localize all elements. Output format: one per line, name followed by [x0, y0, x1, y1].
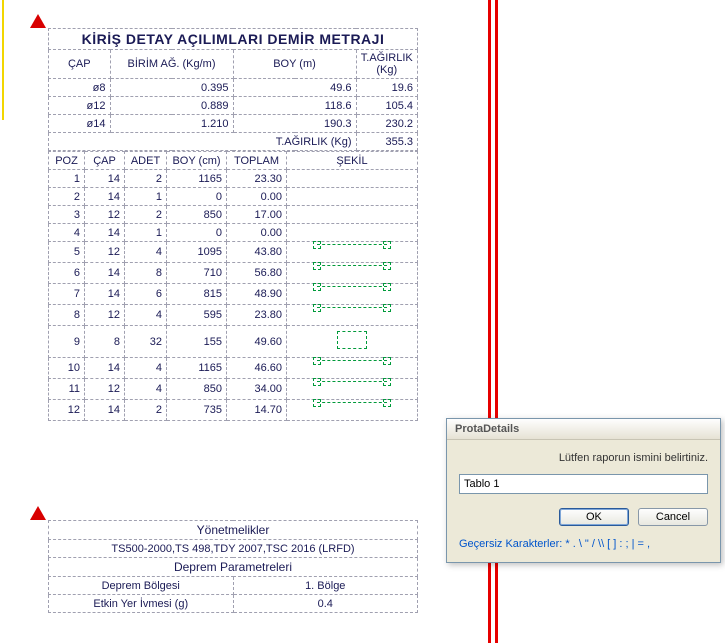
- dialog-title: ProtaDetails: [447, 419, 720, 440]
- hdr-adet: ADET: [125, 152, 167, 170]
- dialog-message: Lütfen raporun ismini belirtiniz.: [459, 452, 708, 464]
- hdr-poz: POZ: [49, 152, 85, 170]
- table-row: 214100.00: [49, 188, 418, 206]
- rebar-shape-icon: [317, 307, 387, 320]
- shape-cell: [287, 206, 418, 224]
- ok-button[interactable]: OK: [559, 508, 629, 526]
- rebar-shape-icon: [317, 265, 387, 278]
- table-row: 1112485034.00: [49, 379, 418, 400]
- cancel-button[interactable]: Cancel: [638, 508, 708, 526]
- shape-cell: [287, 170, 418, 188]
- table-positions: POZ ÇAP ADET BOY (cm) TOPLAM ŞEKİL 11421…: [48, 151, 418, 421]
- table-row-total: T.AĞIRLIK (Kg) 355.3: [49, 133, 418, 151]
- seismic-subhead: Deprem Parametreleri: [49, 558, 418, 577]
- report-title: KİRİŞ DETAY AÇILIMLARI DEMİR METRAJI: [49, 29, 418, 50]
- marker-triangle: [30, 506, 46, 520]
- table-row: ø12 0.889 118.6 105.4: [49, 97, 418, 115]
- hdr-birimag: BİRİM AĞ. (Kg/m): [110, 50, 233, 79]
- regulations-title: Yönetmelikler: [49, 521, 418, 540]
- table-row: 1214273514.70: [49, 400, 418, 421]
- hdr-boy-m: BOY (m): [233, 50, 356, 79]
- total-label: T.AĞIRLIK (Kg): [49, 133, 357, 151]
- table-row: 714681548.90: [49, 284, 418, 305]
- hdr-toplam: TOPLAM: [227, 152, 287, 170]
- hdr-cap: ÇAP: [49, 50, 111, 79]
- invalid-chars-note: Geçersiz Karakterler: * . \ " / \\ [ ] :…: [459, 538, 708, 550]
- marker-triangle: [30, 14, 46, 28]
- report-sheet-regulations: Yönetmelikler TS500-2000,TS 498,TDY 2007…: [48, 520, 418, 613]
- table-row: 312285017.00: [49, 206, 418, 224]
- table-regulations: Yönetmelikler TS500-2000,TS 498,TDY 2007…: [48, 520, 418, 613]
- hdr-tagirlik: T.AĞIRLIK (Kg): [356, 50, 418, 79]
- rebar-shape-icon: [317, 402, 387, 415]
- shape-cell: [287, 326, 418, 358]
- rebar-shape-icon: [317, 244, 387, 257]
- table-row: 983215549.60: [49, 326, 418, 358]
- ruler-edge: [2, 0, 4, 120]
- table-row: 5124109543.80: [49, 242, 418, 263]
- total-value: 355.3: [356, 133, 418, 151]
- shape-cell: [287, 379, 418, 400]
- table-row: 812459523.80: [49, 305, 418, 326]
- stirrup-shape-icon: [337, 331, 367, 349]
- rebar-shape-icon: [317, 381, 387, 394]
- codes-row: TS500-2000,TS 498,TDY 2007,TSC 2016 (LRF…: [49, 540, 418, 558]
- table-row: 614871056.80: [49, 263, 418, 284]
- shape-cell: [287, 305, 418, 326]
- hdr-boycm: BOY (cm): [167, 152, 227, 170]
- shape-cell: [287, 242, 418, 263]
- table-row: 10144116546.60: [49, 358, 418, 379]
- report-sheet-metraj: KİRİŞ DETAY AÇILIMLARI DEMİR METRAJI ÇAP…: [48, 28, 418, 421]
- shape-cell: [287, 358, 418, 379]
- table-row: ø14 1.210 190.3 230.2: [49, 115, 418, 133]
- rebar-shape-icon: [317, 360, 387, 373]
- report-name-input[interactable]: [459, 474, 708, 494]
- table-row: Deprem Bölgesi 1. Bölge: [49, 577, 418, 595]
- table-weights: KİRİŞ DETAY AÇILIMLARI DEMİR METRAJI ÇAP…: [48, 28, 418, 151]
- shape-cell: [287, 400, 418, 421]
- shape-cell: [287, 263, 418, 284]
- table-row: ø8 0.395 49.6 19.6: [49, 79, 418, 97]
- hdr-cap: ÇAP: [85, 152, 125, 170]
- shape-cell: [287, 188, 418, 206]
- shape-cell: [287, 224, 418, 242]
- shape-cell: [287, 284, 418, 305]
- hdr-sekil: ŞEKİL: [287, 152, 418, 170]
- dialog-save-report: ProtaDetails Lütfen raporun ismini belir…: [446, 418, 721, 563]
- table-row: 414100.00: [49, 224, 418, 242]
- table-row: 1142116523.30: [49, 170, 418, 188]
- table-row: Etkin Yer İvmesi (g) 0.4: [49, 595, 418, 613]
- rebar-shape-icon: [317, 286, 387, 299]
